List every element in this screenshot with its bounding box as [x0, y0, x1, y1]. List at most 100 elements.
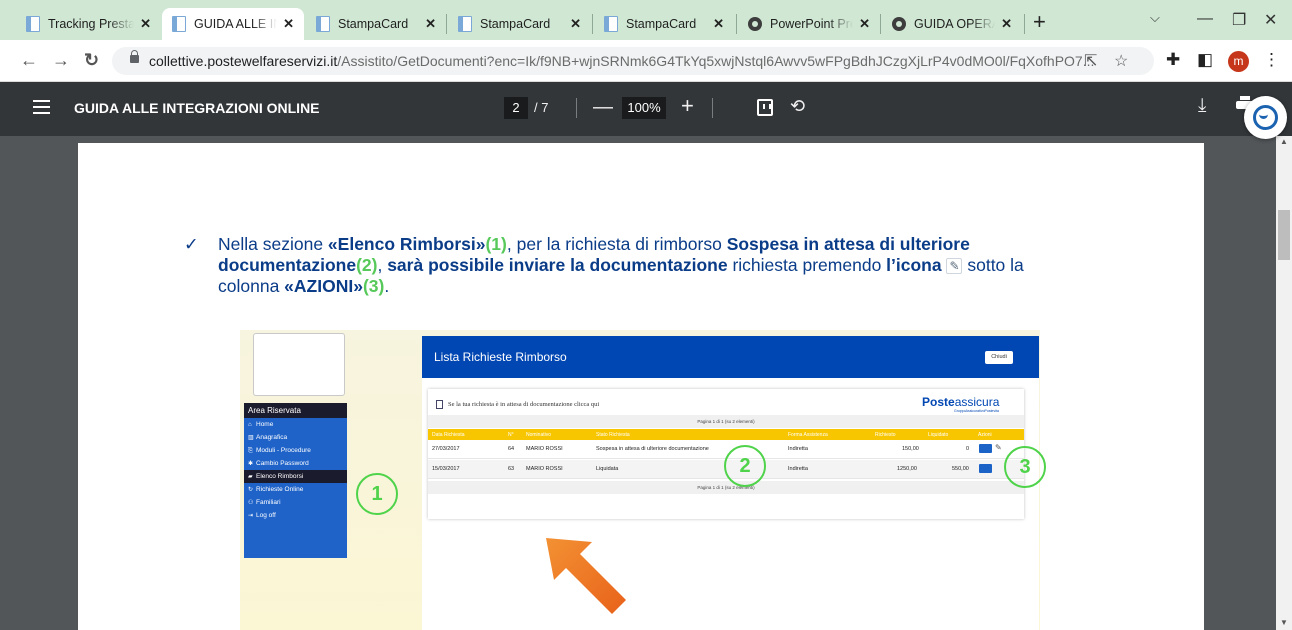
- marker-1: 1: [356, 473, 398, 515]
- page-total: / 7: [534, 100, 549, 115]
- close-icon[interactable]: ✕: [713, 16, 724, 32]
- tab-6[interactable]: GUIDA OPERAT ✕: [882, 8, 1022, 40]
- logout-icon: ⇥: [248, 513, 254, 519]
- sidebar-header: Area Riservata: [244, 403, 347, 418]
- tab-3[interactable]: StampaCard ✕: [448, 8, 591, 40]
- marker-3: 3: [1004, 446, 1046, 488]
- close-icon[interactable]: ✕: [859, 16, 870, 32]
- sidebar-item-home: ⌂ Home: [248, 421, 274, 428]
- tab-separator: [736, 14, 737, 34]
- tab-4[interactable]: StampaCard ✕: [594, 8, 734, 40]
- column-header: Nominativo: [526, 432, 552, 438]
- browser-toolbar: ← → ↻ collettive.postewelfareservizi.it/…: [0, 40, 1292, 82]
- key-icon: ✱: [248, 461, 254, 467]
- chrome-icon: [892, 17, 906, 31]
- document-title: GUIDA ALLE INTEGRAZIONI ONLINE: [74, 100, 320, 116]
- doc-icon: [316, 16, 330, 32]
- scroll-up-icon[interactable]: ▲: [1280, 137, 1288, 146]
- doc-icon: [172, 16, 186, 32]
- folder-icon: [979, 444, 992, 453]
- close-icon[interactable]: ✕: [425, 16, 436, 32]
- close-icon[interactable]: ✕: [1001, 16, 1012, 32]
- minimize-icon[interactable]: —: [1197, 10, 1213, 28]
- paperclip-icon: ✎: [946, 258, 963, 275]
- close-icon[interactable]: ✕: [570, 16, 581, 32]
- column-header: N°: [508, 432, 514, 438]
- tab-5[interactable]: PowerPoint Pre ✕: [738, 8, 880, 40]
- column-header: Data Richiesta: [432, 432, 465, 438]
- home-icon: ⌂: [248, 422, 252, 428]
- chiudi-button: Chiudi: [985, 351, 1013, 364]
- column-header: Stato Richiesta: [596, 432, 630, 438]
- refresh-icon: ↻: [248, 487, 254, 493]
- close-icon[interactable]: ✕: [283, 16, 294, 32]
- window-close-icon[interactable]: ✕: [1264, 10, 1277, 30]
- new-tab-button[interactable]: +: [1033, 9, 1046, 35]
- tab-search-icon[interactable]: ⌵: [1150, 10, 1160, 26]
- url-text[interactable]: collettive.postewelfareservizi.it/Assist…: [149, 53, 1094, 69]
- tab-title: Tracking Presta: [48, 17, 135, 31]
- tab-title: GUIDA ALLE IN: [194, 17, 278, 31]
- tab-1[interactable]: GUIDA ALLE IN ✕: [162, 8, 304, 40]
- tab-title: StampaCard: [626, 17, 697, 31]
- paperclip-icon: ✎: [995, 443, 1002, 452]
- chrome-icon: [748, 17, 762, 31]
- scroll-down-icon[interactable]: ▼: [1280, 618, 1288, 627]
- sidebar-item-moduli: ⎘ Moduli - Procedure: [248, 447, 311, 454]
- avatar[interactable]: m: [1228, 51, 1249, 72]
- doc-icon: [458, 16, 472, 32]
- rimborsi-panel: Lista Richieste Rimborso Chiudi Se la tu…: [422, 336, 1039, 630]
- poste-logo: Posteassicura: [922, 395, 1000, 409]
- scrollbar-thumb[interactable]: [1278, 210, 1290, 260]
- tab-title: PowerPoint Pre: [770, 17, 854, 31]
- tab-separator: [446, 14, 447, 34]
- panel-header: Lista Richieste Rimborso Chiudi: [422, 336, 1039, 378]
- extensions-puzzle-icon[interactable]: ✚: [1166, 50, 1180, 70]
- forward-arrow-icon[interactable]: →: [52, 50, 70, 71]
- tab-title: StampaCard: [480, 17, 551, 31]
- zoom-input[interactable]: 100%: [622, 97, 666, 119]
- fit-page-icon[interactable]: [757, 99, 773, 116]
- doc-icon: [604, 16, 618, 32]
- share-icon[interactable]: ⇱: [1084, 51, 1097, 71]
- column-header: Azioni: [978, 432, 992, 438]
- sidebar-item-rimborsi: ▰ Elenco Rimborsi: [244, 470, 347, 483]
- tab-title: GUIDA OPERAT: [914, 17, 995, 31]
- menu-kebab-icon[interactable]: ⋮: [1263, 50, 1280, 70]
- tab-2[interactable]: StampaCard ✕: [306, 8, 446, 40]
- address-bar[interactable]: collettive.postewelfareservizi.it/Assist…: [112, 47, 1154, 75]
- orange-arrow-icon: [546, 538, 626, 614]
- page-number-input[interactable]: 2: [504, 97, 528, 119]
- poste-logo-sub: GruppoAssicurativoPostevita: [954, 409, 999, 413]
- tab-0[interactable]: Tracking Presta ✕: [16, 8, 161, 40]
- sidebar-item-familiari: ⚇ Familiari: [248, 499, 281, 506]
- column-header: Liquidato: [928, 432, 949, 438]
- rimborsi-table-box: Se la tua richiesta è in attesa di docum…: [428, 389, 1024, 519]
- side-panel-icon[interactable]: ◧: [1197, 50, 1213, 70]
- restore-icon[interactable]: ❐: [1232, 10, 1246, 30]
- zoom-in-icon[interactable]: +: [681, 93, 694, 119]
- column-header: Forma Assistenza: [788, 432, 828, 438]
- users-icon: ⚇: [248, 500, 254, 506]
- sidebar-item-richieste: ↻ Richieste Online: [248, 486, 304, 493]
- rotate-icon[interactable]: ⟲: [790, 96, 805, 117]
- lock-icon[interactable]: [130, 50, 139, 63]
- sidebar-item-logoff: ⇥ Log off: [248, 512, 276, 519]
- assistant-floating-icon[interactable]: [1244, 96, 1287, 139]
- back-arrow-icon[interactable]: ←: [20, 50, 38, 71]
- download-icon[interactable]: ⤓: [1198, 95, 1206, 117]
- tab-title: StampaCard: [338, 17, 409, 31]
- scrollbar[interactable]: ▲ ▼: [1276, 136, 1292, 630]
- toolbar-divider: [576, 98, 577, 118]
- hamburger-menu-icon[interactable]: [33, 100, 50, 114]
- sidebar-item-password: ✱ Cambio Password: [248, 460, 309, 467]
- marker-2: 2: [724, 445, 766, 487]
- close-icon[interactable]: ✕: [140, 16, 151, 32]
- docs-icon: ⎘: [248, 448, 253, 454]
- logo-placeholder: [253, 333, 345, 396]
- bookmark-star-icon[interactable]: ☆: [1114, 51, 1128, 71]
- pdf-toolbar: GUIDA ALLE INTEGRAZIONI ONLINE 2 / 7 — 1…: [0, 82, 1292, 136]
- reload-icon[interactable]: ↻: [84, 50, 99, 71]
- pdf-icon: [436, 400, 443, 409]
- zoom-out-icon[interactable]: —: [593, 96, 613, 119]
